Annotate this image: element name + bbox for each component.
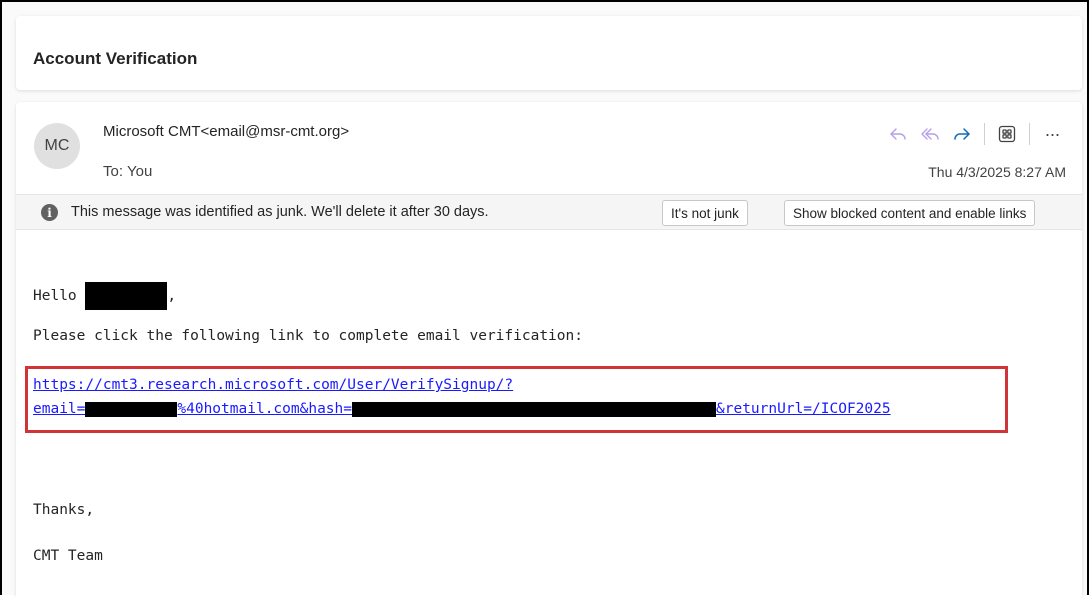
recipient-name[interactable]: You [127, 163, 152, 180]
sender-avatar[interactable]: MC [34, 123, 80, 169]
subject-header: Account Verification [16, 16, 1082, 90]
sender-name[interactable]: Microsoft CMT<email@msr-cmt.org> [103, 123, 349, 140]
forward-icon [954, 128, 970, 140]
show-blocked-content-button[interactable]: Show blocked content and enable links [784, 200, 1036, 226]
forward-button[interactable] [946, 120, 978, 148]
actions-divider [984, 123, 985, 145]
redacted-hash [352, 401, 716, 417]
message-actions: ··· [882, 120, 1068, 148]
thanks-text: Thanks, [33, 502, 95, 518]
more-icon: ··· [1044, 123, 1061, 144]
greeting-line: Hello , [33, 282, 176, 310]
more-actions-button[interactable]: ··· [1036, 120, 1068, 148]
apps-icon [998, 125, 1016, 143]
reply-button[interactable] [882, 120, 914, 148]
not-junk-button[interactable]: It's not junk [662, 200, 748, 226]
reply-icon [890, 128, 906, 140]
avatar-initials: MC [44, 137, 70, 154]
greeting-comma: , [167, 288, 177, 304]
instruction-text: Please click the following link to compl… [33, 328, 583, 344]
apps-button[interactable] [991, 120, 1023, 148]
verification-link-line-2[interactable]: email= %40hotmail.com&hash= &returnUrl=/IC… [33, 401, 891, 417]
message-card: MC Microsoft CMT<email@msr-cmt.org> To: Y… [16, 102, 1082, 597]
message-date: Thu 4/3/2025 8:27 AM [928, 164, 1066, 180]
junk-message: This message was identified as junk. We'… [71, 204, 489, 220]
link-email-param[interactable]: email= [33, 401, 85, 417]
junk-warning-bar: i This message was identified as junk. W… [16, 194, 1082, 230]
to-label: To: [103, 163, 124, 180]
greeting-text: Hello [33, 288, 77, 304]
email-reading-pane: Account Verification MC Microsoft CMT<em… [0, 0, 1089, 597]
recipient-line: To: You [103, 163, 152, 180]
link-hash-param[interactable]: %40hotmail.com&hash= [177, 401, 352, 417]
redacted-name [85, 282, 168, 310]
reply-all-icon [921, 128, 939, 140]
email-subject: Account Verification [33, 49, 198, 68]
actions-divider-2 [1029, 123, 1030, 145]
reply-all-button[interactable] [914, 120, 946, 148]
info-icon: i [41, 204, 58, 221]
redacted-email [85, 401, 178, 417]
signature-text: CMT Team [33, 548, 103, 564]
verification-link-line-1[interactable]: https://cmt3.research.microsoft.com/User… [33, 377, 513, 393]
link-return-param[interactable]: &returnUrl=/ICOF2025 [716, 401, 891, 417]
